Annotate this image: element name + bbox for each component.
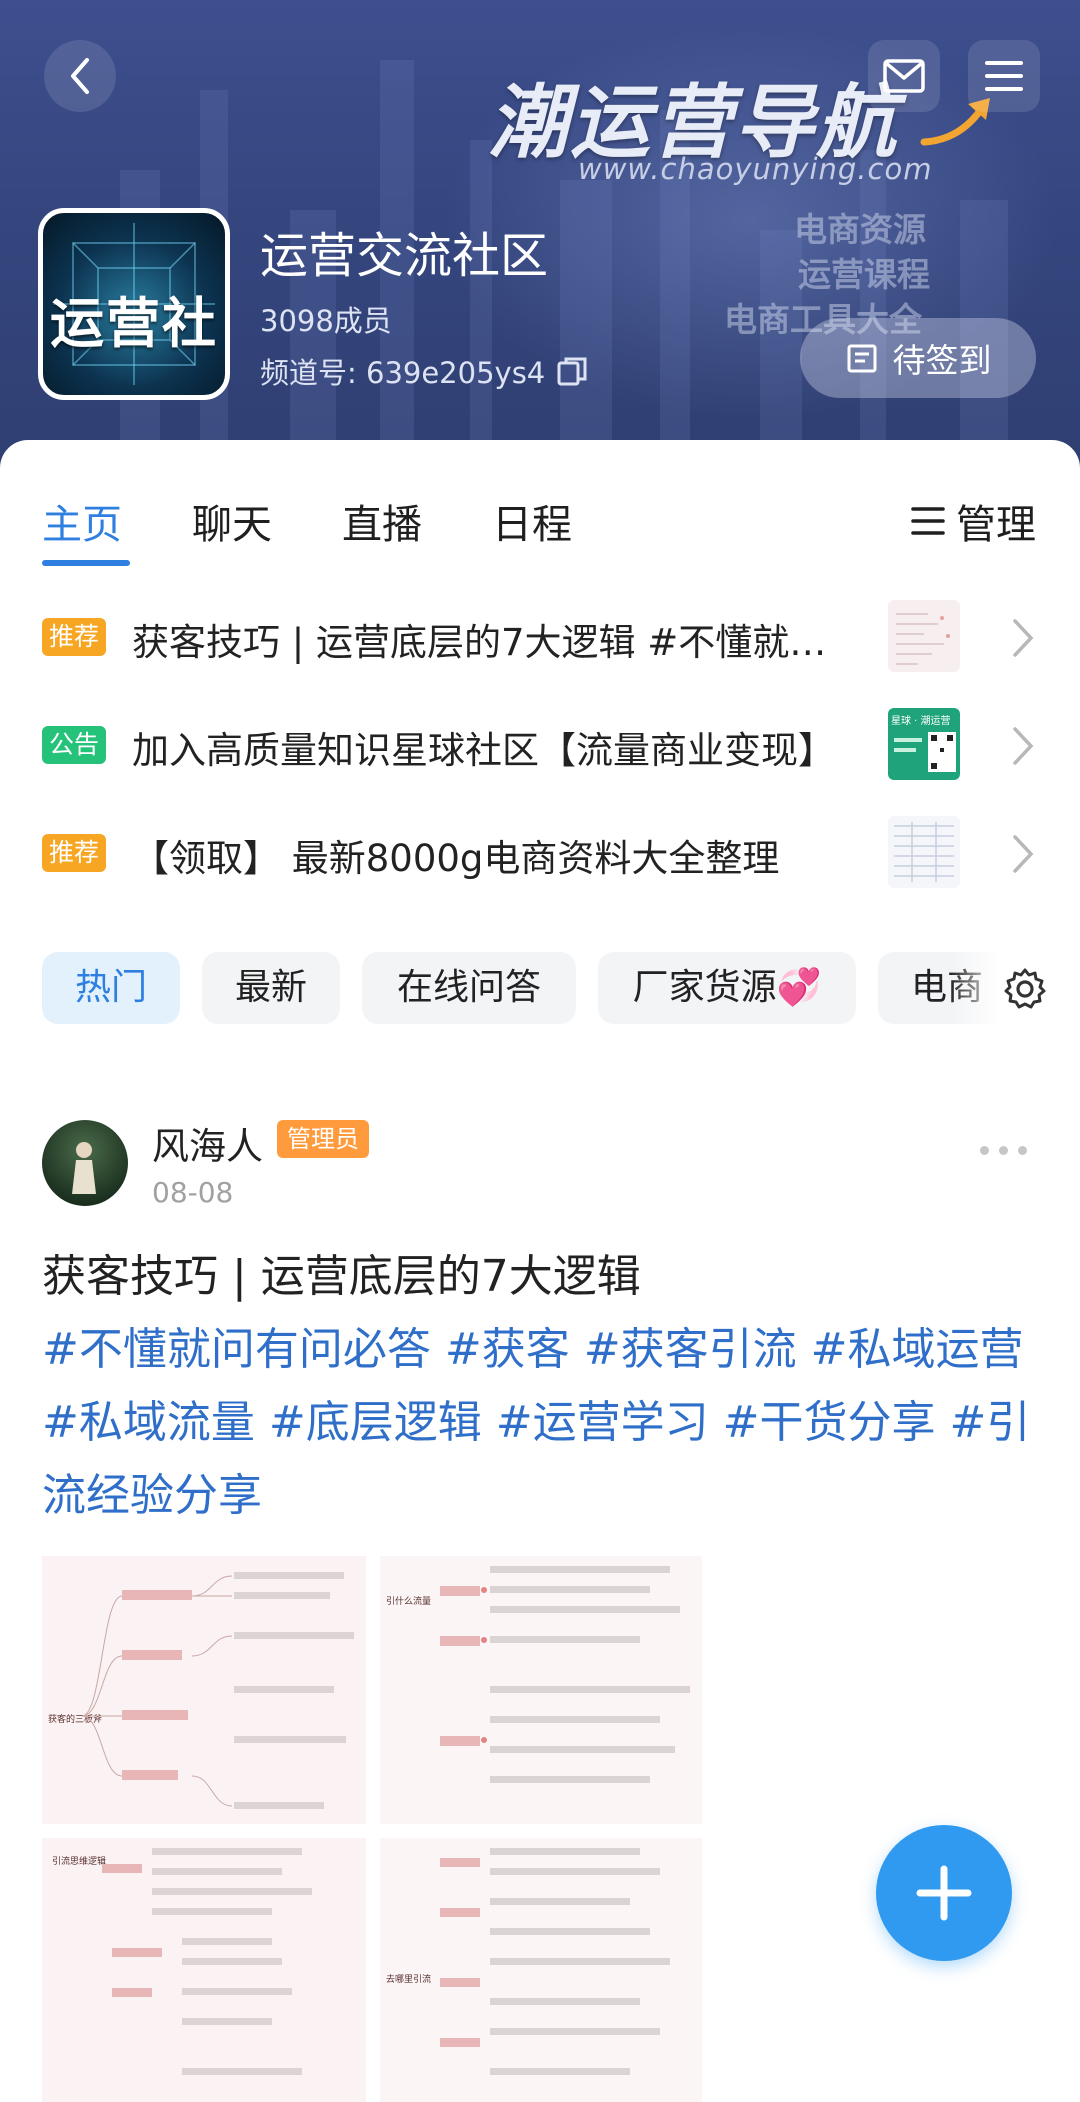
mindmap-root-label: 去哪里引流	[386, 1973, 431, 1985]
hashtag[interactable]: #底层逻辑	[269, 1397, 482, 1448]
hashtag[interactable]: #获客引流	[584, 1324, 797, 1375]
hashtag[interactable]: #私域流量	[42, 1397, 255, 1448]
tab-chat[interactable]: 聊天	[192, 492, 272, 550]
post-image[interactable]: 去哪里引流	[380, 1838, 702, 2102]
chevron-right-icon	[1013, 835, 1034, 873]
more-dots-icon[interactable]	[980, 1146, 1027, 1155]
notice-item[interactable]: 推荐 【领取】 最新8000g电商资料大全整理	[0, 814, 1080, 894]
tab-home[interactable]: 主页	[42, 492, 122, 550]
community-name: 运营交流社区	[260, 228, 549, 284]
community-avatar: 运营社	[38, 208, 230, 400]
notice-item[interactable]: 公告 加入高质量知识星球社区【流量商业变现】 星球 · 潮运营	[0, 706, 1080, 786]
filter-hot[interactable]: 热门	[42, 952, 180, 1024]
checkin-button[interactable]: 待签到	[800, 318, 1036, 398]
checkin-label: 待签到	[892, 341, 992, 380]
hashtag[interactable]: #不懂就问有问必答	[42, 1324, 431, 1375]
chevron-right-icon	[1013, 727, 1034, 765]
channel-id-row: 频道号: 639e205ys4	[260, 350, 589, 392]
create-post-button[interactable]	[876, 1825, 1012, 1961]
notice-thumbnail	[888, 816, 960, 888]
author-avatar-figure	[72, 1142, 96, 1194]
notice-thumbnail	[888, 600, 960, 672]
recommend-badge: 推荐	[42, 618, 107, 656]
list-icon	[911, 507, 945, 535]
tab-schedule[interactable]: 日程	[492, 492, 572, 550]
filter-qa[interactable]: 在线问答	[362, 952, 576, 1024]
manage-button[interactable]: 管理	[910, 492, 1036, 550]
plus-icon	[916, 1865, 972, 1921]
mail-icon	[883, 59, 925, 93]
post-image[interactable]: 获客的三板斧	[42, 1556, 366, 1824]
mindmap-root-label: 获客的三板斧	[48, 1713, 102, 1725]
community-banner: 潮运营导航 www.chaoyunying.com 电商资源 运营课程 电商工具…	[0, 0, 1080, 470]
back-button[interactable]	[44, 40, 116, 112]
post-image-grid: 获客的三板斧 引什么流量 引流思维逻辑 去哪里引流	[42, 1556, 702, 2102]
hashtag[interactable]: #获客	[445, 1324, 570, 1375]
menu-button[interactable]	[968, 40, 1040, 112]
member-count[interactable]: 3098成员	[260, 298, 392, 340]
back-arrow-icon	[71, 58, 89, 94]
admin-badge: 管理员	[277, 1120, 369, 1158]
hashtag[interactable]: #私域运营	[811, 1324, 1024, 1375]
notice-title: 【领取】 最新8000g电商资料大全整理	[132, 837, 780, 880]
notice-title: 加入高质量知识星球社区【流量商业变现】	[132, 729, 835, 772]
author-name[interactable]: 风海人	[152, 1116, 263, 1170]
announcement-badge: 公告	[42, 726, 107, 764]
recommend-badge: 推荐	[42, 834, 107, 872]
brand-tag: 电商资源	[794, 210, 926, 249]
hashtag[interactable]: #干货分享	[723, 1397, 936, 1448]
thumb-caption: 星球 · 潮运营	[891, 714, 951, 727]
content-card: 主页 聊天 直播 日程 管理 推荐 获客技巧 | 运营底层的7大逻辑 #不懂就问…	[0, 440, 1080, 2102]
post-tags: #不懂就问有问必答 #获客 #获客引流 #私域运营 #私域流量 #底层逻辑 #运…	[42, 1313, 1042, 1532]
hashtag[interactable]: #运营学习	[496, 1397, 709, 1448]
filter-latest[interactable]: 最新	[202, 952, 340, 1024]
post-body[interactable]: 获客技巧 | 运营底层的7大逻辑 #不懂就问有问必答 #获客 #获客引流 #私域…	[42, 1240, 1042, 1532]
mindmap-root-label: 引什么流量	[386, 1595, 431, 1607]
tab-active-indicator	[42, 560, 130, 566]
post-image[interactable]: 引流思维逻辑	[42, 1838, 366, 2102]
chevron-right-icon	[1013, 619, 1034, 657]
brand-url: www.chaoyunying.com	[578, 152, 933, 186]
menu-icon	[985, 61, 1023, 91]
notice-item[interactable]: 推荐 获客技巧 | 运营底层的7大逻辑 #不懂就问有问必答	[0, 598, 1080, 678]
manage-label: 管理	[956, 502, 1036, 548]
calendar-check-icon	[847, 344, 876, 373]
gear-icon[interactable]	[1002, 966, 1048, 1012]
post-title: 获客技巧 | 运营底层的7大逻辑	[42, 1251, 641, 1302]
post-date: 08-08	[152, 1176, 234, 1209]
filter-chip-bar: 热门 最新 在线问答 厂家货源💞 电商	[0, 952, 1080, 1024]
author-avatar[interactable]	[42, 1120, 128, 1206]
post-image[interactable]: 引什么流量	[380, 1556, 702, 1824]
notice-thumbnail: 星球 · 潮运营	[888, 708, 960, 780]
channel-id: 频道号: 639e205ys4	[260, 356, 546, 390]
brand-tag: 运营课程	[798, 255, 930, 294]
filter-suppliers[interactable]: 厂家货源💞	[598, 952, 856, 1024]
avatar-text: 运营社	[50, 292, 218, 355]
copy-icon[interactable]	[555, 354, 589, 388]
mindmap-root-label: 引流思维逻辑	[52, 1855, 106, 1867]
notice-title: 获客技巧 | 运营底层的7大逻辑 #不懂就问有问必答	[132, 621, 840, 664]
mail-button[interactable]	[868, 40, 940, 112]
tab-live[interactable]: 直播	[342, 492, 422, 550]
